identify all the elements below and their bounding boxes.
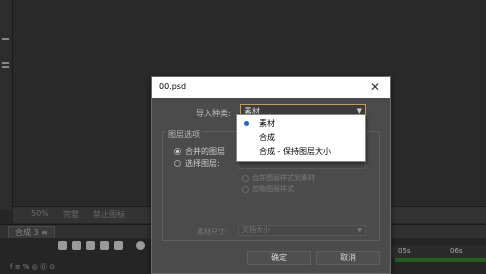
cancel-button[interactable]: 取消 — [316, 251, 380, 265]
switch-icon[interactable] — [86, 241, 95, 250]
layer-switch-row: f ≡ % ◎ Ⓖ ⊙ — [10, 263, 56, 271]
merged-layers-label: 合并的图层 — [185, 147, 225, 156]
zoom-readout[interactable]: 50% — [31, 209, 49, 218]
choose-layer-radio[interactable] — [174, 160, 181, 167]
import-kind-dropdown: 素材 合成 合成 - 保持图层大小 — [236, 114, 366, 162]
work-area-bar — [395, 258, 486, 262]
dialog-title-bar: 00.psd ✕ — [152, 77, 390, 98]
ruler-label: 06s — [450, 247, 463, 255]
time-ruler: 05s 06s — [390, 246, 486, 258]
ruler-label: 05s — [398, 247, 411, 255]
resolution-readout[interactable]: 完整 — [63, 209, 79, 220]
switch-icon[interactable] — [100, 241, 109, 250]
switch-icon[interactable] — [72, 241, 81, 250]
ok-button[interactable]: 确定 — [247, 251, 311, 265]
switch-icon[interactable] — [114, 241, 123, 250]
dialog-title: 00.psd — [159, 82, 187, 91]
option-label: 素材 — [259, 119, 275, 128]
ignore-styles-label: 忽略图层样式 — [252, 185, 294, 193]
dropdown-option-composition[interactable]: 合成 — [237, 131, 363, 145]
selected-indicator-icon — [244, 121, 249, 126]
dropdown-option-composition-keep-size[interactable]: 合成 - 保持图层大小 — [237, 145, 363, 159]
merged-layers-radio[interactable] — [174, 148, 181, 155]
footage-dimensions-value: 文档大小 — [242, 226, 270, 234]
search-icon[interactable] — [136, 241, 145, 250]
merge-styles-label: 合并图层样式到素材 — [252, 174, 315, 182]
option-label: 合成 - 保持图层大小 — [259, 147, 331, 156]
panel-marker — [2, 62, 9, 64]
left-tool-panel — [0, 0, 13, 210]
import-kind-label: 导入种类: — [196, 109, 231, 118]
merge-styles-radio[interactable] — [242, 175, 249, 182]
option-label: 合成 — [259, 133, 275, 142]
layer-options-label: 图层选项 — [166, 129, 202, 140]
guides-readout[interactable]: 禁止图标 — [93, 209, 125, 220]
timeline-switches — [58, 241, 158, 255]
choose-layer-label: 选择图层: — [185, 159, 220, 168]
dropdown-option-footage[interactable]: 素材 — [237, 117, 363, 131]
ignore-styles-radio[interactable] — [242, 186, 249, 193]
panel-marker — [2, 66, 9, 68]
chevron-down-icon: ▼ — [357, 227, 362, 234]
switch-icon[interactable] — [58, 241, 67, 250]
close-button[interactable]: ✕ — [366, 79, 384, 95]
panel-marker — [2, 38, 9, 40]
footage-dimensions-label: 素材尺寸: — [197, 228, 228, 236]
import-dialog: 00.psd ✕ 导入种类: 素材 ▼ 图层选项 合并的图层 选择图层: 合并图… — [151, 76, 391, 274]
footage-dimensions-select[interactable]: 文档大小 ▼ — [238, 225, 366, 236]
